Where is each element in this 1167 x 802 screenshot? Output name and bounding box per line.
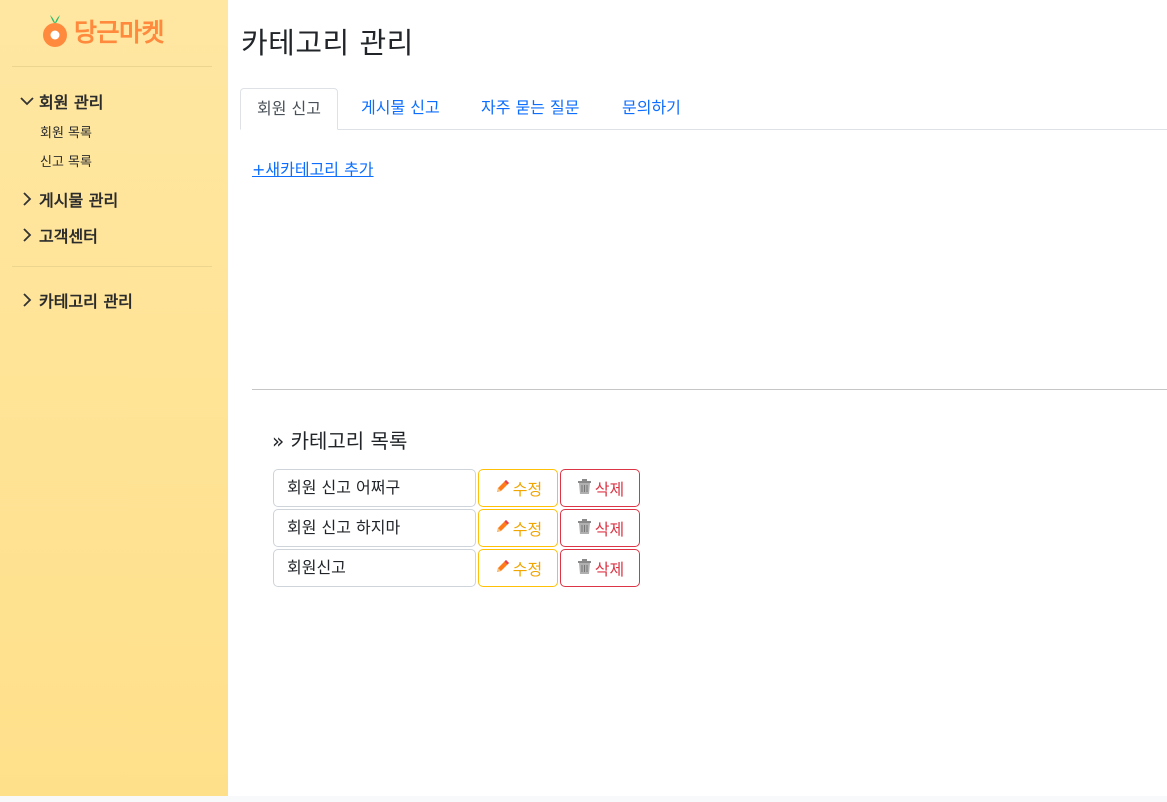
category-name-field[interactable]: 회원 신고 어쩌구	[273, 469, 476, 507]
trash-icon	[576, 518, 595, 539]
sidebar-item-label: 회원 관리	[39, 93, 104, 112]
tab-inquiry[interactable]: 문의하기	[606, 88, 697, 130]
category-name-field[interactable]: 회원신고	[273, 549, 476, 587]
chevron-right-icon	[18, 190, 36, 208]
delete-button-label: 삭제	[594, 480, 625, 499]
main-content: 카테고리 관리 회원 신고 게시물 신고 자주 묻는 질문 문의하기 +새카테고…	[228, 0, 1167, 796]
add-category-link[interactable]: +새카테고리 추가	[252, 156, 374, 180]
delete-button-label: 삭제	[594, 560, 625, 579]
sidebar-item-category-management[interactable]: 카테고리 관리	[18, 288, 133, 312]
sidebar-divider	[12, 66, 212, 67]
delete-button[interactable]: 삭제	[560, 469, 640, 507]
brand-name: 당근마켓	[74, 18, 165, 47]
sidebar-item-member-management[interactable]: 회원 관리	[18, 89, 103, 113]
pencil-icon	[494, 518, 513, 539]
edit-button[interactable]: 수정	[478, 509, 558, 547]
pencil-icon	[494, 478, 513, 499]
brand-logo[interactable]: 당근마켓	[40, 12, 165, 50]
sidebar: 당근마켓 회원 관리 회원 목록 신고 목록 게시물 관리 고객센터 카테고리 …	[0, 0, 228, 796]
edit-button-label: 수정	[512, 520, 543, 539]
sidebar-item-post-management[interactable]: 게시물 관리	[18, 187, 118, 211]
chevron-right-icon	[18, 226, 36, 244]
sidebar-item-customer-center[interactable]: 고객센터	[18, 223, 98, 247]
edit-button-label: 수정	[512, 560, 543, 579]
tab-bar: 회원 신고 게시물 신고 자주 묻는 질문 문의하기	[240, 88, 1167, 130]
tab-faq[interactable]: 자주 묻는 질문	[465, 88, 596, 130]
edit-button[interactable]: 수정	[478, 549, 558, 587]
sidebar-item-label: 고객센터	[39, 227, 98, 246]
tab-member-report[interactable]: 회원 신고	[240, 88, 338, 130]
sidebar-subitem-member-list[interactable]: 회원 목록	[40, 122, 92, 141]
edit-button-label: 수정	[512, 480, 543, 499]
category-list-title: » 카테고리 목록	[272, 429, 408, 453]
tab-post-report[interactable]: 게시물 신고	[345, 88, 456, 130]
chevron-down-icon	[18, 92, 36, 110]
sidebar-item-label: 게시물 관리	[39, 191, 119, 210]
category-name-field[interactable]: 회원 신고 하지마	[273, 509, 476, 547]
edit-button[interactable]: 수정	[478, 469, 558, 507]
page-title: 카테고리 관리	[241, 26, 414, 60]
chevron-right-icon	[18, 291, 36, 309]
app-window: 당근마켓 회원 관리 회원 목록 신고 목록 게시물 관리 고객센터 카테고리 …	[0, 0, 1167, 796]
sidebar-divider	[12, 266, 212, 267]
delete-button-label: 삭제	[594, 520, 625, 539]
carrot-logo-icon	[40, 12, 70, 50]
sidebar-subitem-report-list[interactable]: 신고 목록	[40, 151, 92, 170]
trash-icon	[576, 478, 595, 499]
trash-icon	[576, 558, 595, 579]
delete-button[interactable]: 삭제	[560, 509, 640, 547]
section-divider	[252, 389, 1167, 390]
sidebar-item-label: 카테고리 관리	[39, 292, 133, 311]
delete-button[interactable]: 삭제	[560, 549, 640, 587]
pencil-icon	[494, 558, 513, 579]
